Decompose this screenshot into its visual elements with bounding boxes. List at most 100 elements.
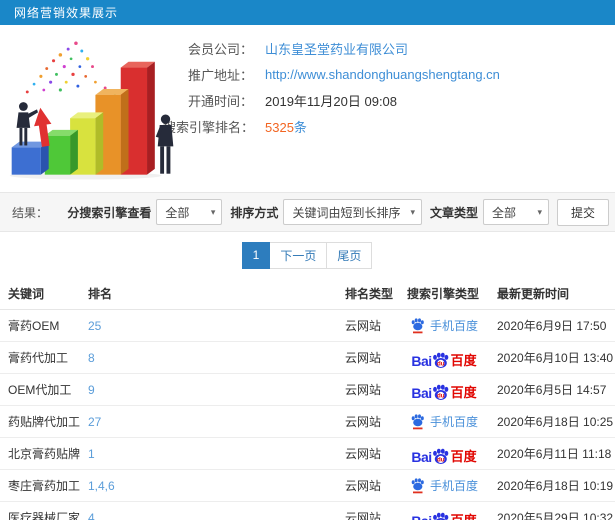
baidu-logo-bai: Bai [411,352,432,369]
baidu-paw-icon: du [432,352,448,368]
baidu-paw-icon [411,317,424,333]
baidu-logo-cn: 百度 [450,384,477,400]
mobile-baidu-logo: 手机百度 [410,475,478,496]
rank-link[interactable]: 27 [88,415,101,429]
rank-link[interactable]: 8 [88,351,95,365]
page-title: 网络营销效果展示 [14,6,119,20]
article-type-select[interactable]: 全部 ▾ [483,199,549,225]
sort-select[interactable]: 关键词由短到长排序 ▾ [283,199,422,225]
title-bar: 网络营销效果展示 [0,0,615,25]
next-page-button[interactable]: 下一页 [269,241,328,269]
col-header-keyword: 关键词 [0,278,80,310]
baidu-paw-icon: du [432,512,448,520]
chevron-down-icon: ▾ [537,206,542,217]
baidu-logo-cn: 百度 [450,512,477,520]
open-time-value: 2019年11月20日 09:08 [265,93,398,109]
article-type-label: 文章类型 [429,205,478,220]
rank-type-cell: 云网站 [337,405,399,438]
rank-type-cell: 云网站 [337,373,399,406]
businessman-left-figure [16,102,38,146]
col-header-updated: 最新更新时间 [489,278,615,310]
baidu-logo-du: du [437,392,445,399]
marketing-report-window: 网络营销效果展示 会员公司： 山东皇圣堂药业有限公司 推广地址： http://… [0,0,615,520]
engine-cell: 手机百度 Bai du 百度 [399,405,489,438]
rank-type-cell: 云网站 [337,309,399,342]
keyword-cell: 医疗器械厂家 [0,501,80,520]
rank-type-cell: 云网站 [337,469,399,502]
baidu-logo: Bai du 百度 [411,443,477,464]
keyword-cell: 膏药OEM [0,309,80,342]
table-row: 北京膏药贴牌 1 云网站 手机百度 Bai [0,437,615,470]
rank-type-cell: 云网站 [337,341,399,374]
filter-bar: 结果： 分搜索引擎查看 全部 ▾ 排序方式 关键词由短到长排序 ▾ 文章类型 全… [0,192,615,232]
mobile-baidu-label: 手机百度 [429,318,478,333]
baidu-logo-bai: Bai [411,514,432,520]
engine-cell: 手机百度 Bai du 百度 [399,309,489,342]
filter-controls: 分搜索引擎查看 全部 ▾ 排序方式 关键词由短到长排序 ▾ 文章类型 全部 ▾ … [59,198,609,226]
rank-type-cell: 云网站 [337,437,399,470]
keyword-cell: 北京膏药贴牌 [0,437,80,470]
col-header-rank-type: 排名类型 [337,278,399,310]
engine-filter-label: 分搜索引擎查看 [67,205,152,220]
info-row-rank-count: 搜索引擎排名： 5325条 [163,113,615,139]
mobile-baidu-label: 手机百度 [429,414,478,429]
baidu-paw-icon [411,477,424,493]
bar-green [44,129,78,175]
engine-cell: 手机百度 Bai du 百度 [399,341,489,374]
rank-cell: 9 [80,373,337,406]
rank-link[interactable]: 4 [88,511,95,520]
rank-count-number: 5325 [265,119,294,135]
updated-cell: 2020年5月29日 10:32 [489,501,615,520]
table-row: 膏药代加工 8 云网站 手机百度 Bai [0,341,615,374]
baidu-paw-icon: du [432,448,448,464]
rank-cell: 8 [80,341,337,374]
baidu-logo: Bai du 百度 [411,347,477,369]
page-button-current[interactable]: 1 [241,241,271,269]
baidu-logo-cn: 百度 [450,448,477,464]
baidu-logo: Bai du 百度 [411,507,477,520]
engine-filter-select[interactable]: 全部 ▾ [156,199,223,225]
mobile-baidu-label: 手机百度 [429,478,478,493]
info-row-open-time: 开通时间： 2019年11月20日 09:08 [163,87,615,113]
baidu-paw-icon [411,413,424,429]
company-link[interactable]: 山东皇圣堂药业有限公司 [265,39,408,58]
baidu-logo: Bai du 百度 [411,379,477,400]
rank-count-value: 5325条 [265,117,307,136]
updated-cell: 2020年6月18日 10:19 [489,469,615,502]
account-info-list: 会员公司： 山东皇圣堂药业有限公司 推广地址： http://www.shand… [163,25,615,192]
account-info-section: 会员公司： 山东皇圣堂药业有限公司 推广地址： http://www.shand… [0,25,615,192]
bar-chart-growth-graphic [9,41,174,180]
updated-cell: 2020年6月10日 13:40 [489,341,615,374]
last-page-button[interactable]: 尾页 [326,241,373,269]
table-row: 药贴牌代加工 27 云网站 手机百度 Bai [0,405,615,438]
submit-button[interactable]: 提交 [557,198,609,226]
col-header-engine-type: 搜索引擎类型 [399,278,489,310]
rank-cell: 25 [80,309,337,342]
rank-cell: 27 [80,405,337,438]
table-row: 枣庄膏药加工 1,4,6 云网站 手机百度 Bai [0,469,615,502]
rank-cell: 1 [80,437,337,470]
rank-cell: 1,4,6 [80,469,337,502]
engine-cell: 手机百度 Bai du 百度 [399,437,489,470]
table-row: 医疗器械厂家 4 云网站 手机百度 Bai [0,501,615,520]
rankings-table: 关键词 排名 排名类型 搜索引擎类型 最新更新时间 膏药OEM 25 云网站 手… [0,278,615,520]
info-row-company: 会员公司： 山东皇圣堂药业有限公司 [163,35,615,61]
sort-label: 排序方式 [230,205,279,220]
baidu-logo-du: du [437,456,445,463]
baidu-logo-cn: 百度 [450,352,477,368]
pagination: 1 下一页 尾页 [0,232,615,278]
businessman-right-figure [155,114,174,174]
rank-link[interactable]: 25 [88,319,101,333]
chevron-down-icon: ▾ [410,206,415,217]
updated-cell: 2020年6月18日 10:25 [489,405,615,438]
updated-cell: 2020年6月9日 17:50 [489,309,615,342]
rank-link[interactable]: 1 [88,447,95,461]
rank-link[interactable]: 1,4,6 [88,479,115,493]
engine-cell: 手机百度 Bai du 百度 [399,373,489,406]
baidu-paw-icon: du [432,384,448,400]
rank-link[interactable]: 9 [88,383,95,397]
mobile-baidu-logo: 手机百度 [410,411,478,432]
engine-cell: 手机百度 Bai du 百度 [399,501,489,520]
promo-url-link[interactable]: http://www.shandonghuangshengtang.cn [265,67,500,82]
col-header-rank: 排名 [80,278,337,310]
